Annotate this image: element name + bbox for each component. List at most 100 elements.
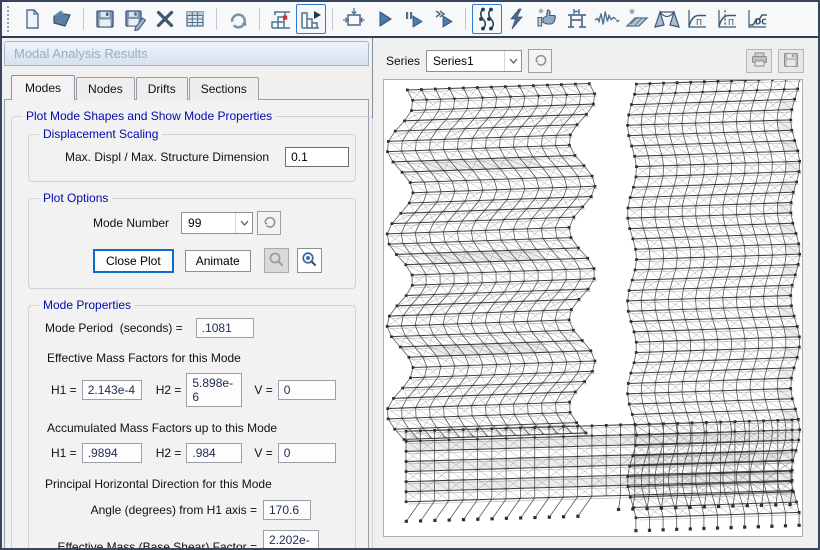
group-displacement-scaling: Displacement Scaling Max. Displ / Max. S… bbox=[28, 127, 356, 182]
series-select[interactable]: Series1 bbox=[426, 50, 522, 72]
limit-curve-icon: Π bbox=[714, 6, 740, 32]
mode-refresh-button[interactable] bbox=[257, 211, 281, 235]
mode-shapes-icon bbox=[474, 6, 500, 32]
open-folder-icon bbox=[50, 7, 74, 31]
group-plot-options-label: Plot Options bbox=[39, 191, 112, 205]
new-file-button[interactable] bbox=[17, 4, 47, 34]
redo-button[interactable] bbox=[223, 4, 253, 34]
angle-label: Angle (degrees) from H1 axis = bbox=[35, 503, 257, 517]
tab-drifts[interactable]: Drifts bbox=[136, 77, 188, 100]
chevron-down-icon bbox=[235, 213, 252, 233]
h2-label: H2 = bbox=[156, 446, 182, 460]
magnifier-plus-icon bbox=[301, 251, 318, 271]
effective-h2-value: 5.898e-6 bbox=[186, 373, 242, 407]
table-button[interactable] bbox=[180, 4, 210, 34]
results-plot-icon bbox=[298, 6, 324, 32]
viewer-header: Series Series1 bbox=[373, 38, 818, 76]
dc-curve-icon: DC bbox=[744, 6, 770, 32]
toolbar-grip[interactable] bbox=[7, 6, 11, 32]
tab-sections[interactable]: Sections bbox=[189, 77, 259, 100]
save-icon bbox=[93, 7, 117, 31]
principal-direction-heading: Principal Horizontal Direction for this … bbox=[45, 477, 272, 491]
refresh-icon bbox=[262, 214, 277, 232]
accumulated-h1-value: .9894 bbox=[82, 443, 142, 463]
group-plot-mode-shapes-label: Plot Mode Shapes and Show Mode Propertie… bbox=[22, 109, 276, 123]
v-label: V = bbox=[254, 383, 272, 397]
viewer-panel: Series Series1 bbox=[373, 38, 818, 546]
open-folder-button[interactable] bbox=[47, 4, 77, 34]
effective-mass-heading: Effective Mass Factors for this Mode bbox=[47, 351, 241, 365]
max-displ-label: Max. Displ / Max. Structure Dimension bbox=[65, 150, 269, 164]
dc-curve-button[interactable]: DC bbox=[742, 4, 772, 34]
h1-label: H1 = bbox=[51, 383, 77, 397]
frame-bench-button[interactable] bbox=[562, 4, 592, 34]
fast-run-icon bbox=[432, 7, 456, 31]
base-shear-label: Effective Mass (Base Shear) Factor = bbox=[35, 540, 257, 550]
lightning-button[interactable] bbox=[502, 4, 532, 34]
capacity-curve-button[interactable]: Π bbox=[682, 4, 712, 34]
group-mode-properties-label: Mode Properties bbox=[39, 298, 135, 312]
tab-container: Modes Nodes Drifts Sections Plot Mode Sh… bbox=[4, 66, 369, 550]
run-icon bbox=[373, 8, 395, 30]
mode-number-label: Mode Number bbox=[93, 216, 169, 230]
close-plot-button[interactable]: Close Plot bbox=[93, 249, 174, 273]
earthquake-record-icon bbox=[593, 6, 621, 32]
svg-text:DC: DC bbox=[755, 18, 767, 27]
svg-text:Π: Π bbox=[696, 18, 702, 27]
delete-button[interactable] bbox=[150, 4, 180, 34]
save-as-button[interactable] bbox=[120, 4, 150, 34]
series-refresh-button[interactable] bbox=[528, 49, 552, 73]
magnifier-icon bbox=[268, 251, 285, 271]
earthquake-record-button[interactable] bbox=[592, 4, 622, 34]
pause-run-icon bbox=[402, 7, 426, 31]
save-image-button[interactable] bbox=[778, 49, 804, 73]
tent-structure-button[interactable] bbox=[652, 4, 682, 34]
structure-crane-button[interactable] bbox=[266, 4, 296, 34]
tab-modes[interactable]: Modes bbox=[11, 75, 75, 100]
usage-ratio-button[interactable] bbox=[532, 4, 562, 34]
main-area: Modal Analysis Results Modes Nodes Drift… bbox=[2, 38, 818, 546]
tent-structure-icon bbox=[653, 6, 681, 32]
frame-dimensions-button[interactable] bbox=[339, 4, 369, 34]
ramp-icon bbox=[624, 6, 650, 32]
v-label: V = bbox=[254, 446, 272, 460]
svg-text:Π: Π bbox=[728, 18, 734, 27]
toolbar-separator bbox=[216, 8, 217, 30]
toolbar-separator bbox=[465, 8, 466, 30]
save-button[interactable] bbox=[90, 4, 120, 34]
tab-nodes[interactable]: Nodes bbox=[76, 77, 135, 100]
max-displ-input[interactable] bbox=[285, 147, 349, 167]
usage-ratio-icon bbox=[534, 6, 560, 32]
ramp-button[interactable] bbox=[622, 4, 652, 34]
zoom-out-button[interactable] bbox=[264, 248, 289, 273]
pause-run-button[interactable] bbox=[399, 4, 429, 34]
group-mode-properties: Mode Properties Mode Period (seconds) = … bbox=[28, 298, 356, 550]
mode-period-label: Mode Period (seconds) = bbox=[45, 321, 183, 335]
structure-crane-icon bbox=[268, 6, 294, 32]
printer-icon bbox=[751, 52, 768, 70]
group-plot-options: Plot Options Mode Number 99 Close P bbox=[28, 191, 356, 289]
redo-icon bbox=[226, 7, 250, 31]
results-plot-button[interactable] bbox=[296, 4, 326, 34]
toolbar-separator bbox=[332, 8, 333, 30]
mode-shape-plot[interactable] bbox=[383, 79, 803, 537]
print-button[interactable] bbox=[746, 49, 772, 73]
series-value: Series1 bbox=[427, 54, 504, 68]
toolbar-separator bbox=[83, 8, 84, 30]
mode-number-select[interactable]: 99 bbox=[181, 212, 253, 234]
limit-curve-button[interactable]: Π bbox=[712, 4, 742, 34]
chevron-down-icon bbox=[504, 51, 521, 71]
refresh-icon bbox=[533, 52, 548, 70]
mode-shapes-button[interactable] bbox=[472, 4, 502, 34]
lightning-icon bbox=[505, 7, 529, 31]
new-file-icon bbox=[20, 7, 44, 31]
zoom-in-button[interactable] bbox=[297, 248, 322, 273]
panel-title: Modal Analysis Results bbox=[4, 41, 369, 66]
table-icon bbox=[183, 7, 207, 31]
h1-label: H1 = bbox=[51, 446, 77, 460]
run-button[interactable] bbox=[369, 4, 399, 34]
capacity-curve-icon: Π bbox=[684, 6, 710, 32]
modal-analysis-panel: Modal Analysis Results Modes Nodes Drift… bbox=[2, 38, 373, 546]
fast-run-button[interactable] bbox=[429, 4, 459, 34]
animate-button[interactable]: Animate bbox=[185, 250, 251, 272]
